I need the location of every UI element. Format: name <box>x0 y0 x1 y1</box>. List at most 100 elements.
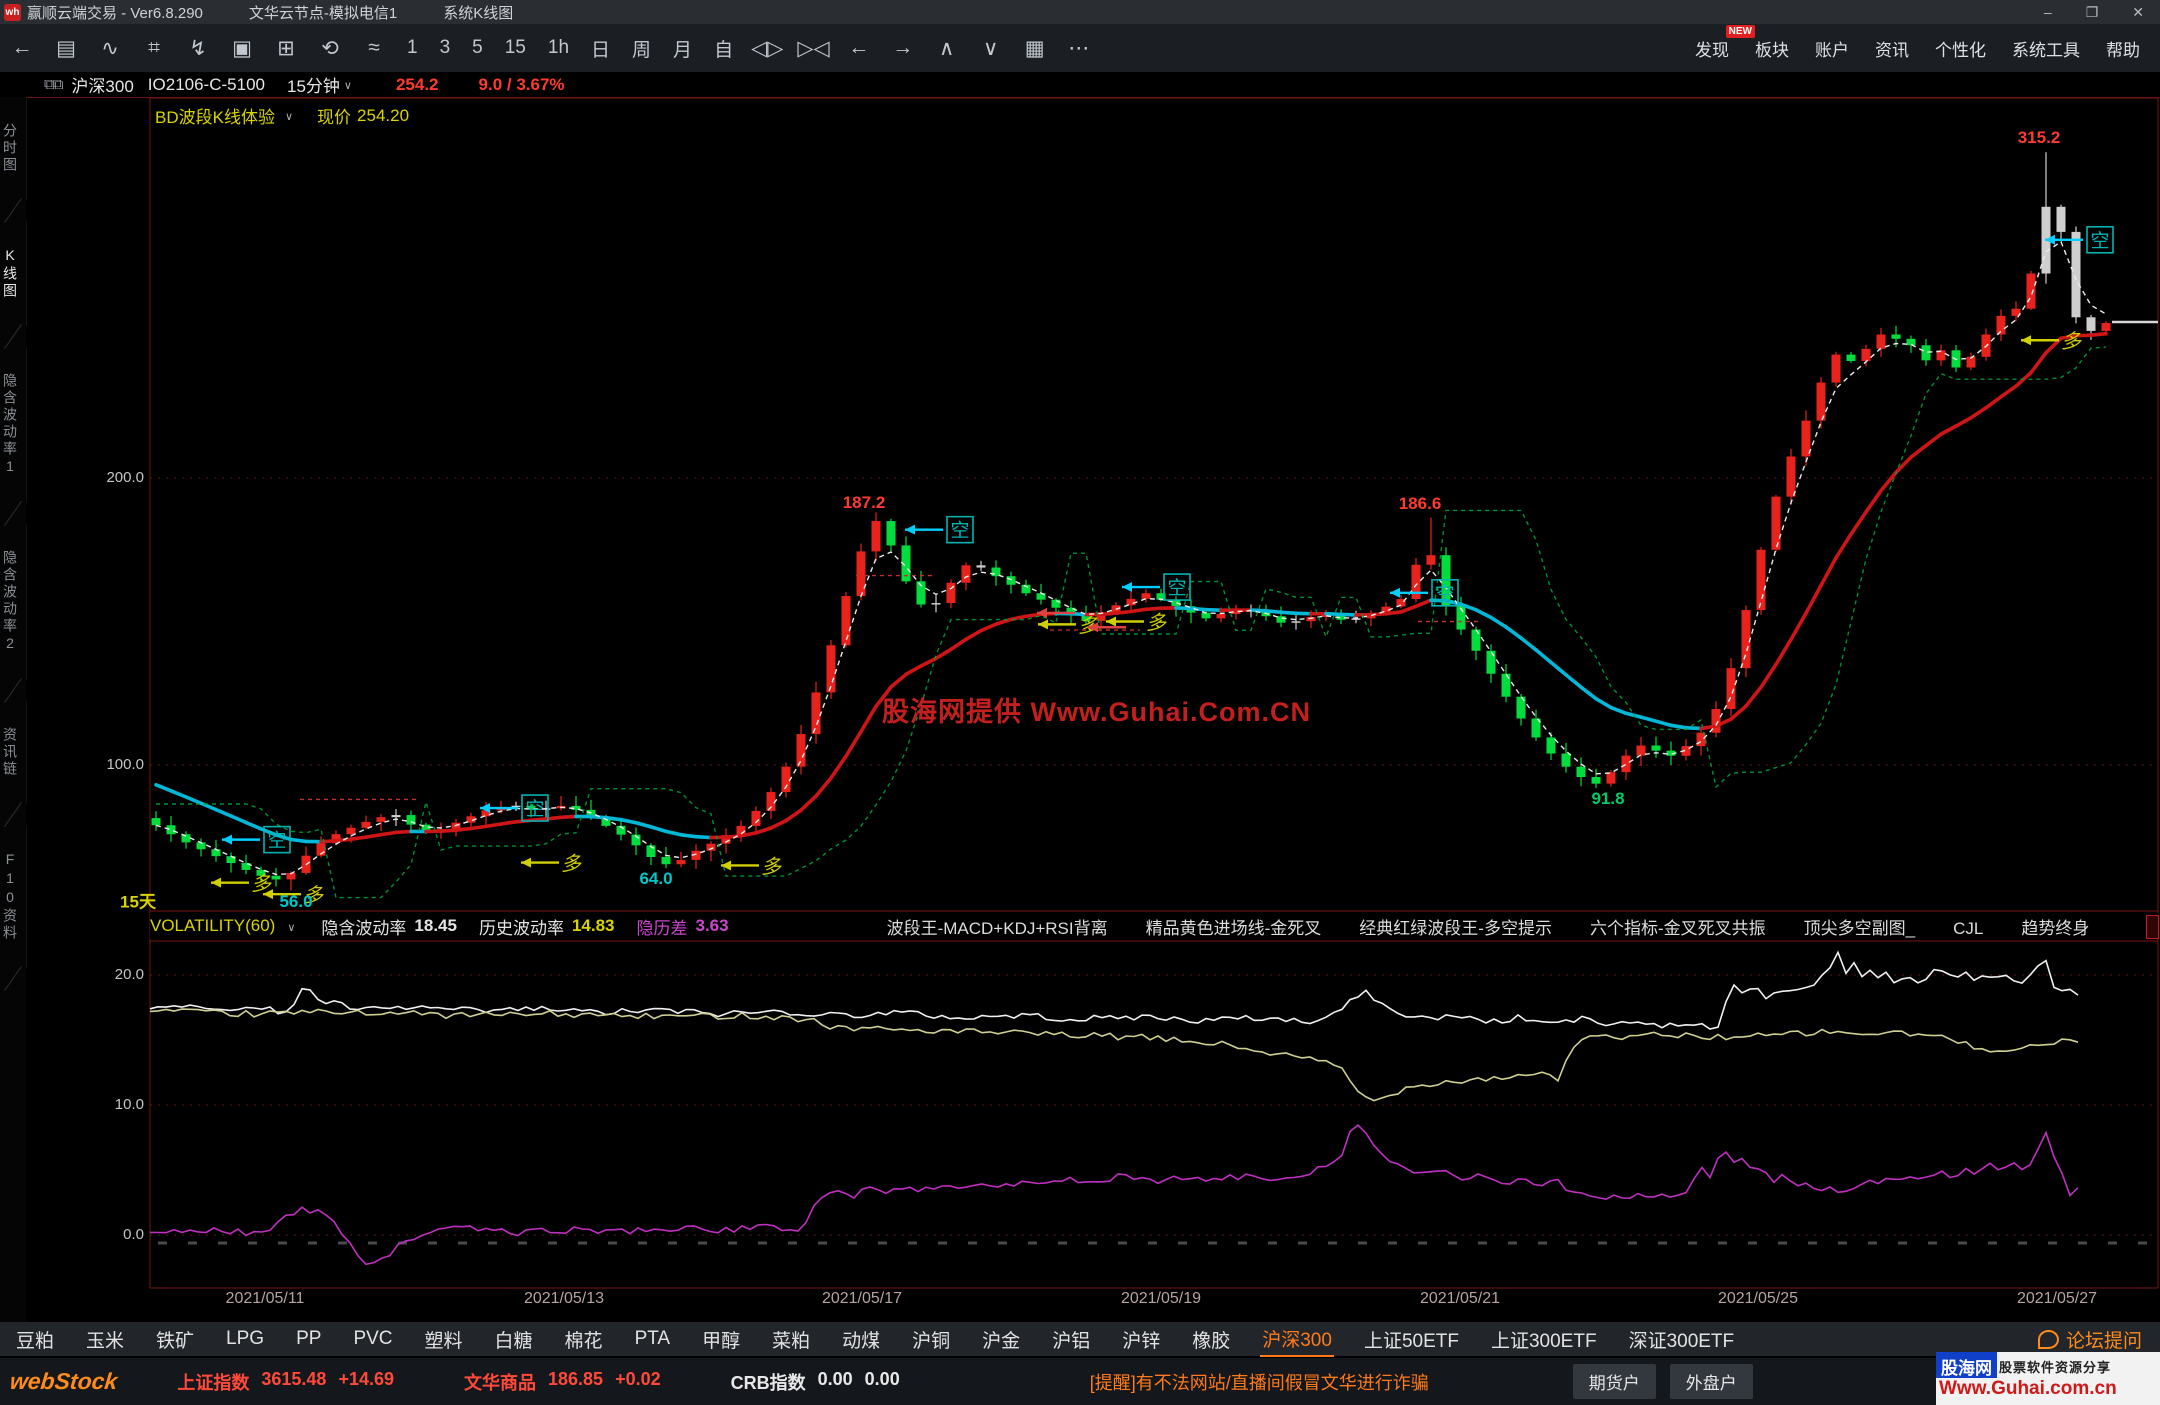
menu-帮助[interactable]: 帮助 <box>2106 36 2140 61</box>
view-mode-menu[interactable]: 系统K线图 <box>443 2 513 23</box>
chevron-down-icon[interactable]: ∨ <box>344 79 352 92</box>
period-button-月[interactable]: 月 <box>673 35 692 62</box>
product-tab-玉米[interactable]: 玉米 <box>84 1323 126 1356</box>
period-button-15[interactable]: 15 <box>505 37 526 59</box>
product-tab-上证50ETF[interactable]: 上证50ETF <box>1362 1323 1461 1356</box>
y-axis-label: 10.0 <box>114 1096 144 1113</box>
product-tab-上证300ETF[interactable]: 上证300ETF <box>1489 1323 1599 1356</box>
svg-text:空: 空 <box>267 830 286 852</box>
product-tab-沪铜[interactable]: 沪铜 <box>910 1323 952 1356</box>
chart-box-icon[interactable]: ▣ <box>227 36 257 61</box>
index-quote-part: 0.00 <box>864 1368 900 1389</box>
study-link-精品黄色进场线-金死叉[interactable]: 精品黄色进场线-金死叉 <box>1146 919 1322 938</box>
indicator-field-label: 隐历差 <box>636 918 688 938</box>
product-tab-甲醇[interactable]: 甲醇 <box>700 1323 742 1356</box>
product-tabs: 豆粕 玉米 铁矿 LPG PP PVC 塑料 白糖 棉花 PTA 甲醇 菜粕 动煤 沪铜 沪金 沪铝 沪锌 橡胶沪… <box>0 1322 2160 1357</box>
maximize-button[interactable]: ❐ <box>2086 4 2099 21</box>
study-link-CJL[interactable]: CJL <box>1953 919 1983 938</box>
indicator-close-button[interactable] <box>2146 915 2159 939</box>
menu-板块[interactable]: 板块 <box>1755 36 1789 61</box>
study-name[interactable]: BD波段K线体验 <box>155 103 275 128</box>
more-icon[interactable]: ⋯ <box>1064 36 1094 61</box>
back-icon[interactable]: ← <box>7 36 37 60</box>
menu-资讯[interactable]: 资讯 <box>1875 36 1909 61</box>
product-tab-棉花[interactable]: 棉花 <box>563 1323 605 1356</box>
product-tab-菜粕[interactable]: 菜粕 <box>770 1323 812 1356</box>
line-chart-icon[interactable]: ∿ <box>95 36 125 61</box>
sidebar-tab-资讯链[interactable]: 资讯链 <box>0 701 27 804</box>
period-button-周[interactable]: 周 <box>632 35 651 62</box>
chevron-down-icon[interactable]: ∨ <box>287 921 295 934</box>
price-point-label: 56.0 <box>279 892 313 911</box>
product-tab-沪铝[interactable]: 沪铝 <box>1050 1323 1092 1356</box>
product-tab-橡胶[interactable]: 橡胶 <box>1190 1323 1232 1356</box>
scam-warning-notice: [提醒]有不法网站/直播间假冒文华进行诈骗 <box>1089 1372 1429 1393</box>
period-button-1h[interactable]: 1h <box>548 37 569 59</box>
product-tab-豆粕[interactable]: 豆粕 <box>14 1323 56 1356</box>
indicator-name[interactable]: VOLATILITY(60) <box>150 916 275 936</box>
arrow-left-icon[interactable]: ← <box>844 36 874 60</box>
study-link-经典红绿波段王-多空提示[interactable]: 经典红绿波段王-多空提示 <box>1359 919 1552 938</box>
indicator-field-label: 历史波动率 <box>478 918 564 938</box>
product-tab-沪深300[interactable]: 沪深300 <box>1260 1322 1334 1357</box>
account-button-期货户[interactable]: 期货户 <box>1572 1364 1656 1399</box>
forum-ask-link[interactable]: 论坛提问 <box>2037 1326 2142 1353</box>
grid-icon[interactable]: ▦ <box>1020 36 1050 61</box>
refresh-icon[interactable]: ⟲ <box>315 36 345 61</box>
study-link-六个指标-金叉死叉共振[interactable]: 六个指标-金叉死叉共振 <box>1590 919 1766 938</box>
product-tab-白糖[interactable]: 白糖 <box>493 1323 535 1356</box>
period-button-3[interactable]: 3 <box>440 37 451 59</box>
save-icon[interactable]: ⊞ <box>271 36 301 61</box>
guhai-logo: 股海网 <box>1936 1352 1997 1378</box>
menu-发现[interactable]: 发现 NEW <box>1695 24 1755 61</box>
symbol-name[interactable]: 沪深300 <box>71 72 133 97</box>
product-tab-深证300ETF[interactable]: 深证300ETF <box>1627 1323 1737 1356</box>
prev-contract-icon[interactable]: ◁▷ <box>751 36 783 61</box>
sidebar-tab-分时图[interactable]: 分时图 <box>0 97 27 200</box>
quote-list-icon[interactable]: ▤ <box>51 36 81 61</box>
last-price: 254.2 <box>395 74 439 94</box>
product-tab-铁矿[interactable]: 铁矿 <box>154 1323 196 1356</box>
minimize-button[interactable]: – <box>2044 4 2052 21</box>
study-link-波段王-MACD+KDJ+RSI背离[interactable]: 波段王-MACD+KDJ+RSI背离 <box>887 919 1108 938</box>
zoom-out-icon[interactable]: ∨ <box>976 36 1006 61</box>
product-tab-PVC[interactable]: PVC <box>351 1325 394 1353</box>
link-icon[interactable]: ⧉⧉ <box>44 76 63 93</box>
product-tab-塑料[interactable]: 塑料 <box>423 1323 465 1356</box>
server-node-menu[interactable]: 文华云节点-模拟电信1 <box>249 2 397 23</box>
zoom-in-icon[interactable]: ∧ <box>932 36 962 61</box>
period-button-日[interactable]: 日 <box>591 35 610 62</box>
menu-个性化[interactable]: 个性化 <box>1935 36 1986 61</box>
trend-icon[interactable]: ≈ <box>359 36 389 60</box>
sidebar-separator <box>3 677 23 704</box>
flash-order-icon[interactable]: ↯ <box>183 36 213 61</box>
close-button[interactable]: ✕ <box>2132 4 2144 21</box>
sidebar-tab-K线图[interactable]: K线图 <box>0 221 27 326</box>
sidebar-tab-隐含波动率1[interactable]: 隐含波动率1 <box>0 347 27 503</box>
contract-code[interactable]: IO2106-C-5100 <box>148 75 265 95</box>
product-tab-动煤[interactable]: 动煤 <box>840 1323 882 1356</box>
period-selector[interactable]: 15分钟 <box>287 72 340 97</box>
product-tab-PP[interactable]: PP <box>294 1325 323 1353</box>
period-button-5[interactable]: 5 <box>472 37 483 59</box>
next-contract-icon[interactable]: ▷◁ <box>797 36 829 61</box>
product-tab-PTA[interactable]: PTA <box>633 1325 673 1353</box>
arrow-right-icon[interactable]: → <box>888 36 918 60</box>
chevron-down-icon[interactable]: ∨ <box>285 110 293 123</box>
study-link-顶尖多空副图_[interactable]: 顶尖多空副图_ <box>1804 919 1915 938</box>
menu-账户[interactable]: 账户 <box>1815 36 1849 61</box>
period-button-1[interactable]: 1 <box>407 37 418 59</box>
indicator-header: VOLATILITY(60) ∨ 隐含波动率 18.45 历史波动率 14.83 隐历差 3.… <box>150 913 2160 939</box>
product-tab-沪锌[interactable]: 沪锌 <box>1120 1323 1162 1356</box>
date-tick-label: 2021/05/13 <box>523 1290 605 1307</box>
price-point-label: 187.2 <box>842 493 886 512</box>
candlestick-icon[interactable]: ⌗ <box>139 36 169 60</box>
product-tab-沪金[interactable]: 沪金 <box>980 1323 1022 1356</box>
product-tab-LPG[interactable]: LPG <box>224 1325 266 1353</box>
sidebar-tab-F10资料[interactable]: F10资料 <box>0 825 27 968</box>
period-button-自[interactable]: 自 <box>714 35 733 62</box>
account-button-外盘户[interactable]: 外盘户 <box>1669 1364 1753 1399</box>
sidebar-tab-隐含波动率2[interactable]: 隐含波动率2 <box>0 524 27 680</box>
menu-系统工具[interactable]: 系统工具 <box>2012 36 2080 61</box>
study-link-趋势终身[interactable]: 趋势终身 <box>2021 919 2089 938</box>
